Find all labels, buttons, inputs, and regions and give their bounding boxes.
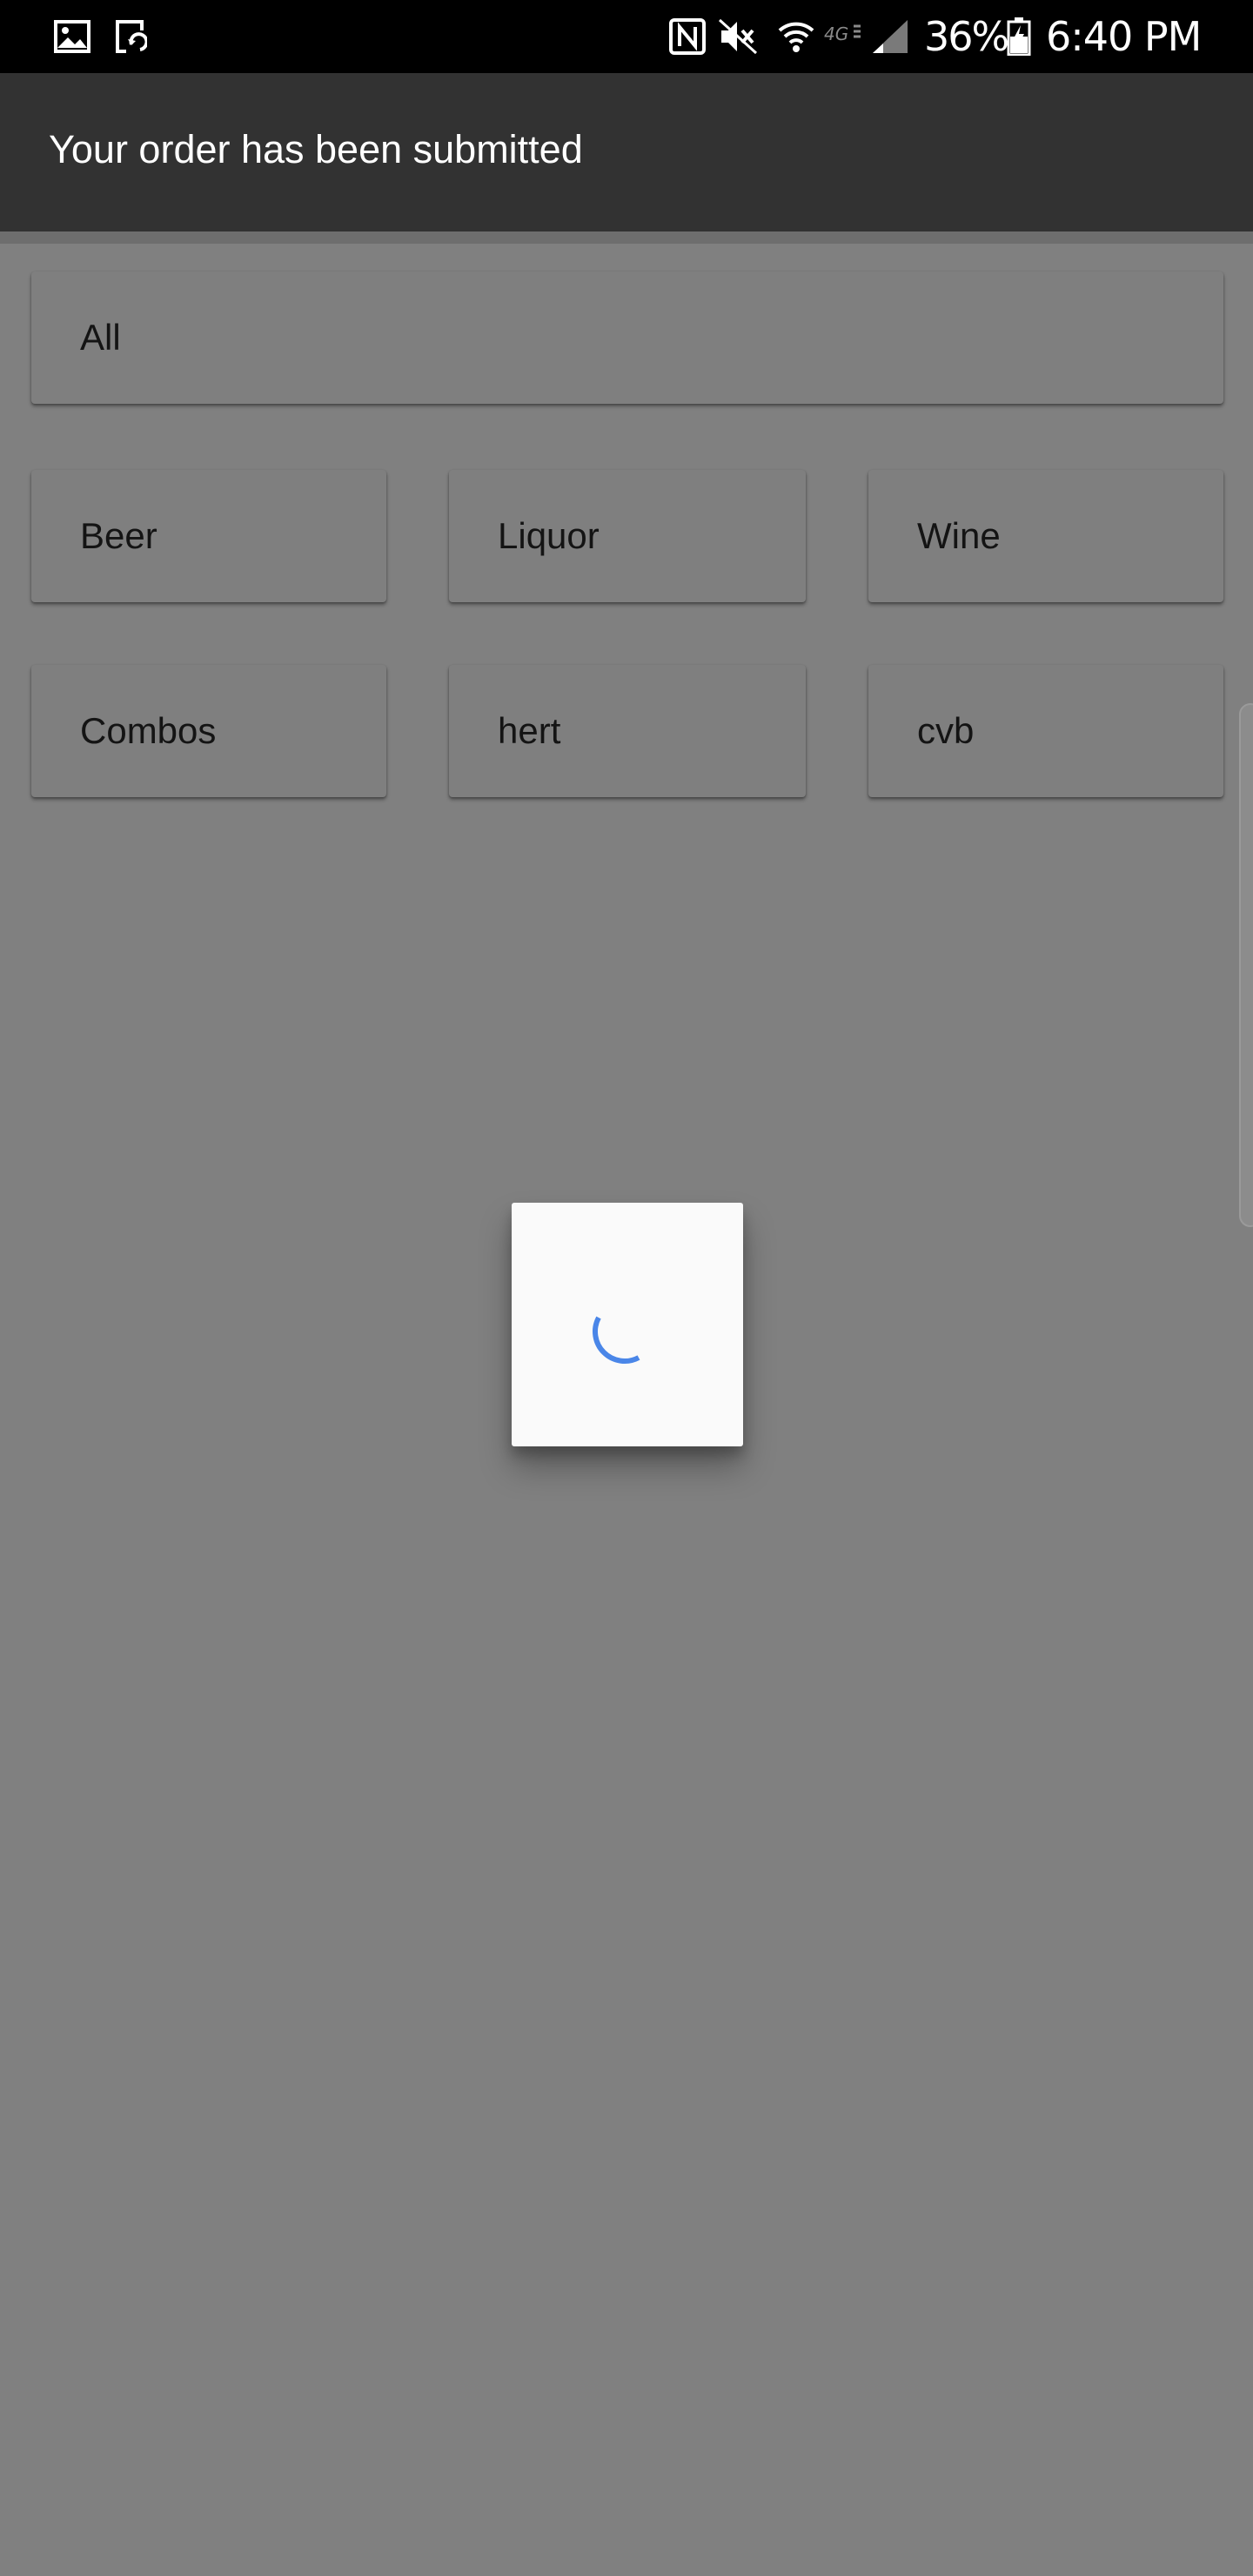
category-label: Wine — [917, 515, 1001, 556]
page-title: Your order has been submitted — [49, 127, 583, 171]
category-label: cvb — [917, 710, 975, 751]
category-card-beer[interactable]: Beer — [31, 470, 386, 602]
category-card-all[interactable]: All — [31, 272, 1223, 404]
image-icon — [52, 17, 92, 56]
4g-icon: 4G — [821, 17, 867, 56]
battery-percent: 36% — [924, 13, 1009, 60]
app-bar: Your order has been submitted — [0, 73, 1253, 231]
category-card-liquor[interactable]: Liquor — [449, 470, 806, 602]
signal-icon — [870, 17, 910, 56]
scrollbar[interactable] — [1239, 703, 1253, 1227]
progress-spinner-icon — [593, 1316, 640, 1364]
category-label: All — [80, 317, 121, 358]
mute-icon — [717, 17, 759, 56]
status-bar: 4G 36% 6:40 PM — [0, 0, 1253, 73]
app-screen: 4G 36% 6:40 PM Your order has been submi… — [0, 0, 1253, 2576]
svg-text:4G: 4G — [824, 23, 848, 44]
battery-charging-icon — [1004, 17, 1034, 56]
app-bar-shadow — [0, 231, 1253, 244]
screen-rotation-icon — [110, 17, 150, 56]
wifi-icon — [774, 17, 818, 56]
category-label: hert — [498, 710, 561, 751]
category-card-hert[interactable]: hert — [449, 665, 806, 797]
category-card-wine[interactable]: Wine — [868, 470, 1223, 602]
loading-dialog — [512, 1203, 743, 1446]
category-card-cvb[interactable]: cvb — [868, 665, 1223, 797]
clock: 6:40 PM — [1046, 13, 1202, 60]
category-label: Combos — [80, 710, 217, 751]
category-label: Beer — [80, 515, 157, 556]
nfc-icon — [668, 17, 707, 56]
category-label: Liquor — [498, 515, 600, 556]
category-card-combos[interactable]: Combos — [31, 665, 386, 797]
